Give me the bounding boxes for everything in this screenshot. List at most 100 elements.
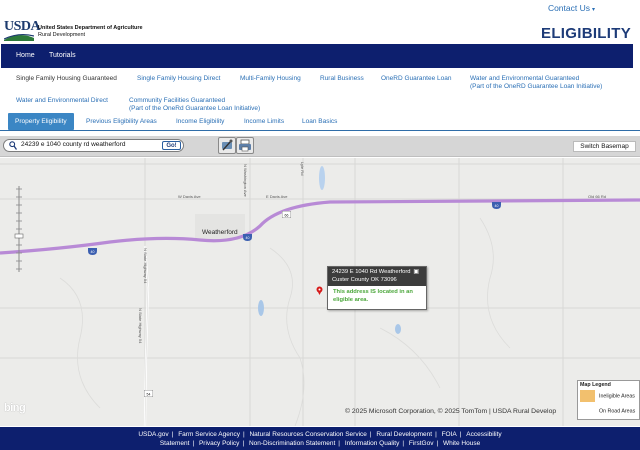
- footer-link-firstgov[interactable]: FirstGov: [409, 440, 434, 447]
- map-attribution: © 2025 Microsoft Corporation, © 2025 Tom…: [345, 408, 557, 415]
- program-community-facilities-note: (Part of the OneRd Guarantee Loan Initia…: [129, 105, 261, 112]
- print-tool-icon: [239, 139, 251, 152]
- program-links: Single Family Housing Guaranteed Single …: [0, 68, 640, 113]
- header: USDA United States Department of Agricul…: [0, 0, 640, 44]
- road-label: N State Highway 54: [138, 308, 143, 344]
- footer-separator: |: [435, 431, 437, 438]
- program-community-facilities[interactable]: Community Facilities Guaranteed (Part of…: [129, 97, 260, 113]
- interstate-shield-icon: 40: [243, 228, 252, 241]
- legend-title: Map Legend: [580, 382, 611, 388]
- program-water-env-direct[interactable]: Water and Environmental Direct: [16, 97, 108, 105]
- footer-link-statement[interactable]: Statement: [160, 440, 190, 447]
- program-multi-family[interactable]: Multi-Family Housing: [240, 75, 301, 83]
- town-label: Weatherford: [202, 229, 238, 236]
- usda-swoosh-icon: [4, 33, 34, 41]
- address-search-box[interactable]: 24239 e 1040 county rd weatherford Go!: [3, 139, 184, 152]
- legend-label: Ineligible Areas: [599, 393, 635, 400]
- footer-link-rd[interactable]: Rural Development: [376, 431, 432, 438]
- footer-link-info-quality[interactable]: Information Quality: [345, 440, 400, 447]
- footer-link-nondiscrimination[interactable]: Non-Discrimination Statement: [249, 440, 335, 447]
- legend-item: On Road Areas: [580, 405, 635, 417]
- footer-link-foia[interactable]: FOIA: [442, 431, 457, 438]
- road-label: E Davis Ave: [266, 194, 288, 199]
- road-label: Old 66 Rd: [588, 194, 607, 199]
- search-go-button[interactable]: Go!: [162, 141, 181, 150]
- footer-link-nrcs[interactable]: Natural Resources Conservation Service: [249, 431, 366, 438]
- program-rural-business[interactable]: Rural Business: [320, 75, 364, 83]
- svg-text:40: 40: [91, 250, 95, 254]
- map-toolbar: 24239 e 1040 county rd weatherford Go! S…: [0, 136, 640, 157]
- zoom-slider[interactable]: [14, 184, 24, 274]
- popup-county: Custer County OK 73096: [332, 277, 397, 283]
- bing-logo: bing: [4, 402, 26, 414]
- legend-item: Ineligible Areas: [580, 390, 635, 402]
- program-sfh-guaranteed[interactable]: Single Family Housing Guaranteed: [16, 75, 117, 83]
- page-title: ELIGIBILITY: [541, 25, 631, 42]
- road-label: N Washington Ave: [243, 164, 248, 197]
- tab-previous-eligibility-areas[interactable]: Previous Eligibility Areas: [86, 113, 157, 130]
- popup-maximize-icon[interactable]: ▣: [413, 268, 419, 276]
- contact-us-link[interactable]: Contact Us ▾: [548, 3, 595, 13]
- footer-separator: |: [242, 440, 245, 447]
- svg-text:54: 54: [147, 392, 151, 396]
- eligibility-result-text: This address IS located in an eligible a…: [333, 289, 413, 303]
- footer-separator: |: [171, 431, 174, 438]
- footer-link-whitehouse[interactable]: White House: [443, 440, 480, 447]
- svg-text:40: 40: [246, 236, 250, 240]
- location-pin-icon[interactable]: [315, 282, 324, 295]
- footer-link-privacy[interactable]: Privacy Policy: [199, 440, 239, 447]
- legend-label: On Road Areas: [599, 408, 636, 415]
- eligibility-popup: 24239 E 1040 Rd Weatherford Custer Count…: [327, 266, 427, 310]
- tab-income-limits[interactable]: Income Limits: [244, 113, 284, 130]
- footer-row: USDA.gov | Farm Service Agency | Natural R…: [0, 431, 640, 438]
- eligibility-tabs: Property Eligibility Previous Eligibilit…: [8, 113, 640, 130]
- contact-us-label: Contact Us: [547, 3, 590, 13]
- department-name: United States Department of Agriculture: [38, 25, 143, 31]
- pan-tool-button[interactable]: [218, 137, 236, 154]
- footer-separator: |: [459, 431, 462, 438]
- pan-tool-icon: [222, 139, 233, 151]
- footer-separator: |: [402, 440, 405, 447]
- program-community-facilities-label: Community Facilities Guaranteed: [129, 97, 226, 104]
- footer-link-accessibility[interactable]: Accessibility: [466, 431, 501, 438]
- map-legend: Map Legend Ineligible Areas On Road Area…: [577, 380, 640, 420]
- footer-separator: |: [338, 440, 340, 447]
- footer-separator: |: [242, 431, 245, 438]
- main-nav: Home Tutorials: [1, 44, 633, 68]
- switch-basemap-button[interactable]: Switch Basemap: [573, 141, 636, 152]
- nav-tutorials[interactable]: Tutorials: [49, 52, 76, 59]
- popup-header: 24239 E 1040 Rd Weatherford Custer Count…: [328, 267, 426, 286]
- footer-link-fsa[interactable]: Farm Service Agency: [178, 431, 240, 438]
- address-search-input[interactable]: 24239 e 1040 county rd weatherford: [21, 141, 125, 148]
- footer: USDA.gov | Farm Service Agency | Natural R…: [0, 427, 640, 450]
- footer-link-usda[interactable]: USDA.gov: [138, 431, 168, 438]
- route-shield-icon: 66: [281, 205, 292, 219]
- svg-text:40: 40: [495, 204, 499, 208]
- search-icon: [9, 141, 17, 150]
- tab-loan-basics[interactable]: Loan Basics: [302, 113, 337, 130]
- nav-home[interactable]: Home: [16, 52, 35, 59]
- road-label: N State Highway 54: [143, 248, 148, 284]
- footer-separator: |: [192, 440, 195, 447]
- eligibility-map[interactable]: W Davis Ave E Davis Ave N Washington Ave…: [0, 158, 640, 426]
- popup-address: 24239 E 1040 Rd Weatherford: [332, 269, 411, 275]
- interstate-shield-icon: 40: [88, 242, 97, 255]
- tab-property-eligibility[interactable]: Property Eligibility: [8, 113, 74, 130]
- program-sfh-direct[interactable]: Single Family Housing Direct: [137, 75, 220, 83]
- agency-name: Rural Development: [38, 32, 86, 38]
- tabs-divider: [0, 130, 640, 131]
- program-water-env-guaranteed[interactable]: Water and Environmental Guaranteed (Part…: [470, 75, 602, 91]
- usda-logo[interactable]: USDA United States Department of Agricul…: [4, 19, 144, 41]
- chevron-down-icon: ▾: [591, 7, 595, 13]
- road-label: Lyle Rd: [300, 162, 305, 176]
- legend-swatch: [580, 390, 595, 402]
- interstate-shield-icon: 40: [492, 196, 501, 209]
- print-tool-button[interactable]: [236, 137, 254, 154]
- program-water-env-guaranteed-note: (Part of the OneRD Guarantee Loan Initia…: [470, 83, 603, 90]
- footer-row: Statement | Privacy Policy | Non-Discrimin…: [0, 440, 640, 447]
- route-shield-icon: 54: [143, 384, 154, 398]
- program-onerd-guarantee[interactable]: OneRD Guarantee Loan: [381, 75, 451, 83]
- program-water-env-guaranteed-label: Water and Environmental Guaranteed: [470, 75, 580, 82]
- tab-income-eligibility[interactable]: Income Eligibility: [176, 113, 224, 130]
- svg-text:66: 66: [285, 213, 289, 217]
